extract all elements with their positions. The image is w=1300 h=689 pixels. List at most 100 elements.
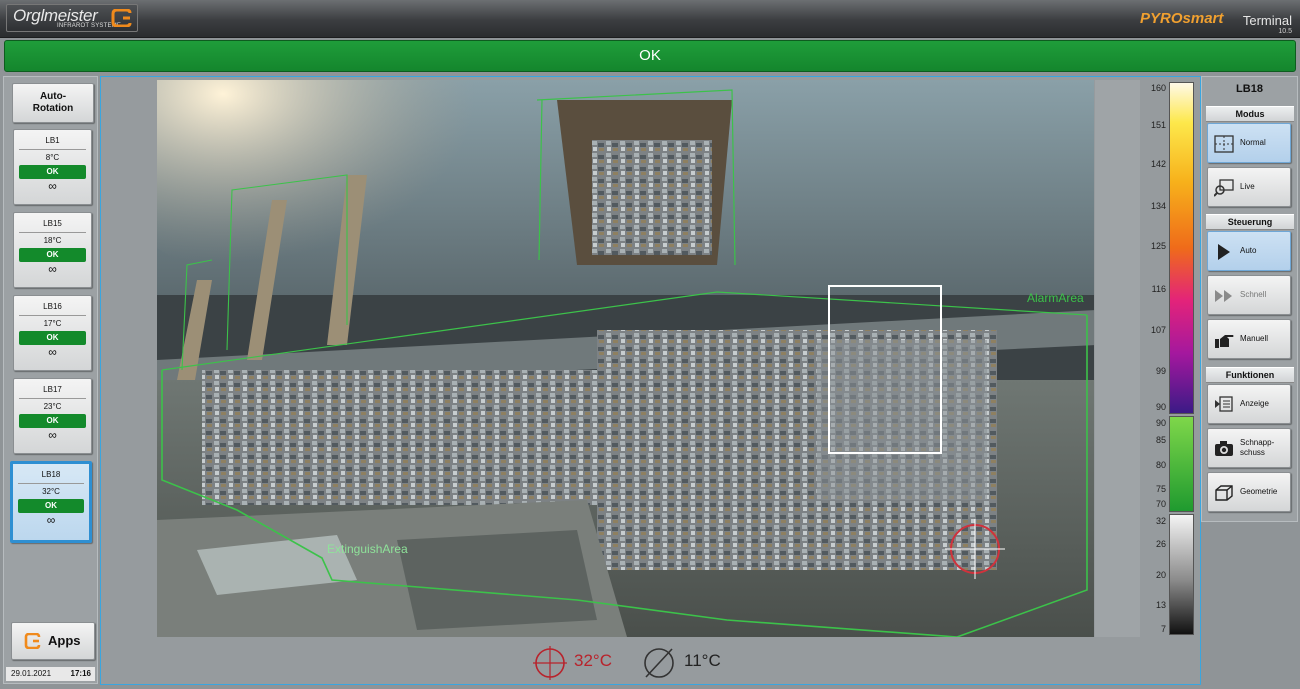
scale-tick: 99 — [1155, 366, 1166, 376]
manuell-label: Manuell — [1240, 334, 1269, 343]
scale-tick: 26 — [1155, 539, 1166, 549]
date-time-display: 29.01.2021 17:16 — [6, 667, 95, 681]
scale-tick: 151 — [1150, 120, 1166, 130]
alarm-area-label: AlarmArea — [1027, 291, 1084, 305]
sensor-mode-infinity-icon: ∞ — [48, 428, 57, 442]
function-geometrie-button[interactable]: Geometrie — [1207, 472, 1291, 512]
fast-forward-icon — [1215, 290, 1232, 302]
control-manuell-button[interactable]: Manuell — [1207, 319, 1291, 359]
divider — [19, 398, 86, 399]
sensor-name: LB15 — [43, 219, 62, 228]
scale-tick: 160 — [1150, 83, 1166, 93]
sensor-temperature: 32°C — [42, 487, 60, 496]
sensor-temperature: 23°C — [43, 402, 62, 411]
divider — [19, 315, 86, 316]
sensor-tile-lb15[interactable]: LB15 18°C OK ∞ — [13, 212, 92, 288]
scale-tick: 107 — [1150, 325, 1166, 335]
scale-tick: 75 — [1155, 484, 1166, 494]
hot-scale-bar — [1169, 82, 1194, 414]
sensor-tile-lb17[interactable]: LB17 23°C OK ∞ — [13, 378, 92, 454]
section-header-steuerung: Steuerung — [1206, 214, 1294, 230]
product-name: PYROsmart — [1140, 10, 1224, 27]
sensor-tile-lb16[interactable]: LB16 17°C OK ∞ — [13, 295, 92, 371]
control-auto-button[interactable]: Auto — [1207, 231, 1291, 271]
camera-image — [157, 80, 1094, 637]
min-temperature-icon — [644, 648, 674, 678]
sensor-temperature: 8°C — [45, 153, 60, 162]
product-version: 10.5 — [1278, 28, 1292, 35]
mode-normal-button[interactable]: Normal — [1207, 123, 1291, 163]
sensor-status-badge: OK — [18, 499, 84, 513]
camera-icon — [1215, 441, 1233, 456]
sensor-temperature: 17°C — [43, 319, 62, 328]
current-time: 17:16 — [70, 669, 91, 678]
scale-tick: 125 — [1150, 241, 1166, 251]
apps-button[interactable]: Apps — [11, 622, 95, 660]
cube-geometry-icon — [1215, 485, 1233, 501]
sensor-status-badge: OK — [19, 165, 86, 179]
section-header-modus: Modus — [1206, 106, 1294, 122]
pyrosmart-product-label: PYROsmart Terminal 10.5 — [1122, 6, 1292, 36]
auto-label: Auto — [1240, 246, 1257, 255]
section-header-funktionen: Funktionen — [1206, 367, 1294, 383]
scale-gutter — [1095, 80, 1140, 637]
cold-scale-bar — [1169, 514, 1194, 635]
pointing-hand-icon — [1215, 335, 1234, 348]
sensor-mode-infinity-icon: ∞ — [48, 179, 57, 193]
scale-tick: 90 — [1155, 402, 1166, 412]
extinguish-area-label: ExtinguishArea — [327, 542, 408, 556]
selected-sensor-title: LB18 — [1236, 83, 1263, 95]
sensor-name: LB16 — [43, 302, 62, 311]
scale-tick: 134 — [1150, 201, 1166, 211]
scale-tick: 80 — [1155, 460, 1166, 470]
sensor-panel: Auto- Rotation LB1 8°C OK ∞ LB15 18°C OK… — [3, 76, 98, 684]
sensor-mode-infinity-icon: ∞ — [48, 345, 57, 359]
mode-live-button[interactable]: Live — [1207, 167, 1291, 207]
anzeige-label: Anzeige — [1240, 399, 1269, 408]
control-panel: LB18 Modus Normal Live Steuerung Auto Sc… — [1201, 76, 1298, 522]
auto-rotation-button[interactable]: Auto- Rotation — [12, 83, 94, 123]
divider — [18, 483, 84, 484]
title-bar: Orglmeister INFRAROT SYSTEME PYROsmart T… — [0, 0, 1300, 38]
live-label: Live — [1240, 182, 1255, 191]
sensor-status-badge: OK — [19, 248, 86, 262]
geometrie-label: Geometrie — [1240, 487, 1278, 496]
function-snapshot-button[interactable]: Schnapp- schuss — [1207, 428, 1291, 468]
divider — [19, 232, 86, 233]
thermal-camera-feed[interactable]: AlarmArea ExtinguishArea — [157, 80, 1094, 637]
current-date: 29.01.2021 — [11, 669, 52, 678]
scale-tick: 7 — [1160, 624, 1166, 634]
sensor-name: LB17 — [43, 385, 62, 394]
play-icon — [1218, 244, 1230, 260]
auto-rotation-label: Auto- Rotation — [32, 91, 74, 114]
sensor-status-badge: OK — [19, 331, 86, 345]
sensor-tile-lb1[interactable]: LB1 8°C OK ∞ — [13, 129, 92, 205]
scale-tick: 13 — [1155, 600, 1166, 610]
normal-label: Normal — [1240, 138, 1266, 147]
function-anzeige-button[interactable]: Anzeige — [1207, 384, 1291, 424]
scale-tick: 85 — [1155, 435, 1166, 445]
apps-label: Apps — [48, 633, 81, 648]
sensor-mode-infinity-icon: ∞ — [46, 513, 56, 527]
orglmeister-apps-icon — [24, 633, 41, 649]
orglmeister-logo-icon — [111, 9, 132, 27]
scale-tick: 142 — [1150, 159, 1166, 169]
temperature-color-scale: 160 151 142 134 125 116 107 99 90 90 85 … — [1140, 80, 1200, 637]
grid-view-icon — [1214, 135, 1234, 153]
schnell-label: Schnell — [1240, 290, 1267, 299]
orglmeister-logo: Orglmeister INFRAROT SYSTEME — [6, 4, 138, 32]
temperature-readout-bar: 32°C 11°C — [158, 638, 1093, 682]
max-temperature-value: 32°C — [574, 651, 612, 670]
live-view-icon — [1214, 179, 1234, 197]
scale-tick: 70 — [1155, 499, 1166, 509]
sensor-name: LB18 — [41, 470, 61, 479]
scale-tick: 90 — [1155, 418, 1166, 428]
sensor-status-badge: OK — [19, 414, 86, 428]
system-status-bar: OK — [4, 40, 1296, 72]
product-mode: Terminal — [1242, 13, 1292, 28]
control-schnell-button[interactable]: Schnell — [1207, 275, 1291, 315]
sensor-tile-lb18[interactable]: LB18 32°C OK ∞ — [10, 461, 92, 543]
sensor-mode-infinity-icon: ∞ — [48, 262, 57, 276]
sensor-temperature: 18°C — [43, 236, 62, 245]
min-temperature-value: 11°C — [684, 651, 721, 670]
